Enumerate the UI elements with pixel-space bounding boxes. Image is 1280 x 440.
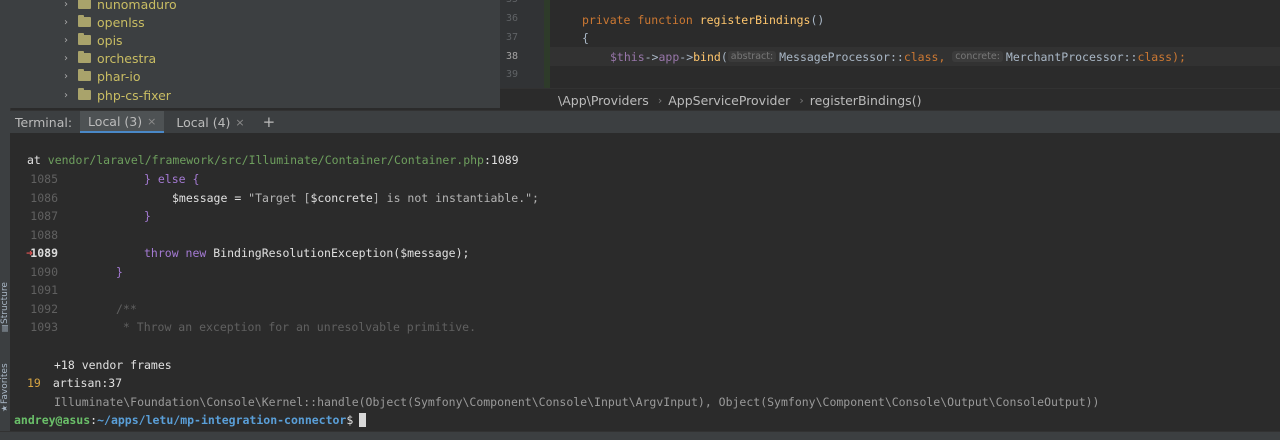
chevron-right-icon[interactable]: › (60, 17, 72, 28)
terminal-tab-bar: Terminal: Local (3) × Local (4) × + (10, 110, 1280, 134)
terminal-code-line: 1085} else { (30, 172, 200, 186)
code-line-37: { (582, 30, 589, 45)
folder-icon (78, 51, 91, 63)
folder-icon (78, 15, 91, 27)
terminal-prompt[interactable]: andrey@asus: ~/apps/letu/mp-integration-c… (10, 411, 1280, 429)
folder-icon (78, 0, 91, 9)
tree-item-phar-io[interactable]: › phar-io (10, 67, 141, 85)
parameter-hint-concrete: concrete: (952, 51, 1003, 62)
line-number: 35 (500, 0, 518, 5)
folder-icon (78, 33, 91, 45)
terminal-code-line: 1092/** (30, 302, 137, 316)
new-terminal-tab-button[interactable]: + (263, 113, 276, 131)
line-number: 38 (505, 51, 518, 62)
star-icon: ★ (0, 404, 9, 412)
terminal-vendor-frames: +18 vendor frames (54, 358, 172, 372)
favorites-tool-tab[interactable]: ★Favorites (0, 358, 10, 412)
terminal-frame-line: 19 artisan:37 (27, 376, 123, 390)
breadcrumb-namespace[interactable]: \App\Providers (558, 93, 649, 108)
code-editor[interactable]: 35 36 37 38 39 private function register… (500, 0, 1280, 88)
chevron-right-icon[interactable]: › (60, 53, 72, 64)
terminal-line-location: at vendor/laravel/framework/src/Illumina… (27, 153, 519, 167)
terminal-code-line: 1093 * Throw an exception for an unresol… (30, 320, 477, 334)
terminal-code-line: 1087} (30, 209, 151, 223)
terminal-code-line: 1088 (30, 228, 58, 242)
breadcrumb: \App\Providers › AppServiceProvider › re… (500, 88, 1280, 111)
text-cursor (359, 413, 367, 427)
code-line-36: private function registerBindings() (582, 12, 825, 27)
terminal-label: Terminal: (15, 114, 73, 130)
chevron-right-icon[interactable]: › (60, 71, 72, 82)
breadcrumb-separator: › (657, 93, 663, 107)
folder-icon (78, 69, 91, 81)
terminal-output[interactable]: at vendor/laravel/framework/src/Illumina… (10, 133, 1280, 431)
chevron-right-icon[interactable]: › (60, 90, 72, 101)
terminal-tab-local-3[interactable]: Local (3) × (80, 111, 165, 133)
terminal-tab-local-4[interactable]: Local (4) × (168, 111, 252, 133)
terminal-code-line: 1090} (30, 265, 123, 279)
terminal-code-line-highlighted: ➜ 1089 throw new BindingResolutionExceptio… (26, 246, 470, 260)
editor-gutter: 35 36 37 38 39 (500, 0, 548, 88)
terminal-frame-call: Illuminate\Foundation\Console\Kernel::ha… (54, 395, 1100, 409)
project-tree: › nunomaduro › openlss › opis › orchestr… (10, 0, 500, 108)
structure-tool-tab[interactable]: ▤Structure (0, 278, 10, 332)
tree-item-nunomaduro[interactable]: › nunomaduro (10, 0, 177, 13)
structure-icon: ▤ (0, 324, 9, 332)
parameter-hint-abstract: abstract: (727, 51, 777, 62)
breadcrumb-method[interactable]: registerBindings() (810, 93, 922, 108)
breadcrumb-class[interactable]: AppServiceProvider (668, 93, 790, 108)
line-number: 36 (505, 13, 518, 24)
tree-item-php-cs-fixer[interactable]: › php-cs-fixer (10, 86, 171, 104)
chevron-right-icon[interactable]: › (60, 0, 72, 10)
tree-item-opis[interactable]: › opis (10, 31, 123, 49)
tree-item-orchestra[interactable]: › orchestra (10, 49, 156, 67)
tree-item-openlss[interactable]: › openlss (10, 13, 145, 31)
close-icon[interactable]: × (235, 116, 244, 129)
terminal-code-line: 1086 $message = "Target [$concrete] is no… (30, 191, 539, 205)
terminal-code-line: 1091 (30, 283, 58, 297)
folder-icon (78, 88, 91, 100)
breadcrumb-separator: › (799, 93, 804, 107)
line-number: 39 (505, 69, 518, 80)
code-line-38: $this -> app -> bind(abstract: MessageProcess… (550, 47, 1280, 66)
line-number: 37 (505, 32, 518, 43)
close-icon[interactable]: × (147, 115, 156, 128)
chevron-right-icon[interactable]: › (60, 35, 72, 46)
arrow-right-icon: ➜ (26, 246, 33, 260)
